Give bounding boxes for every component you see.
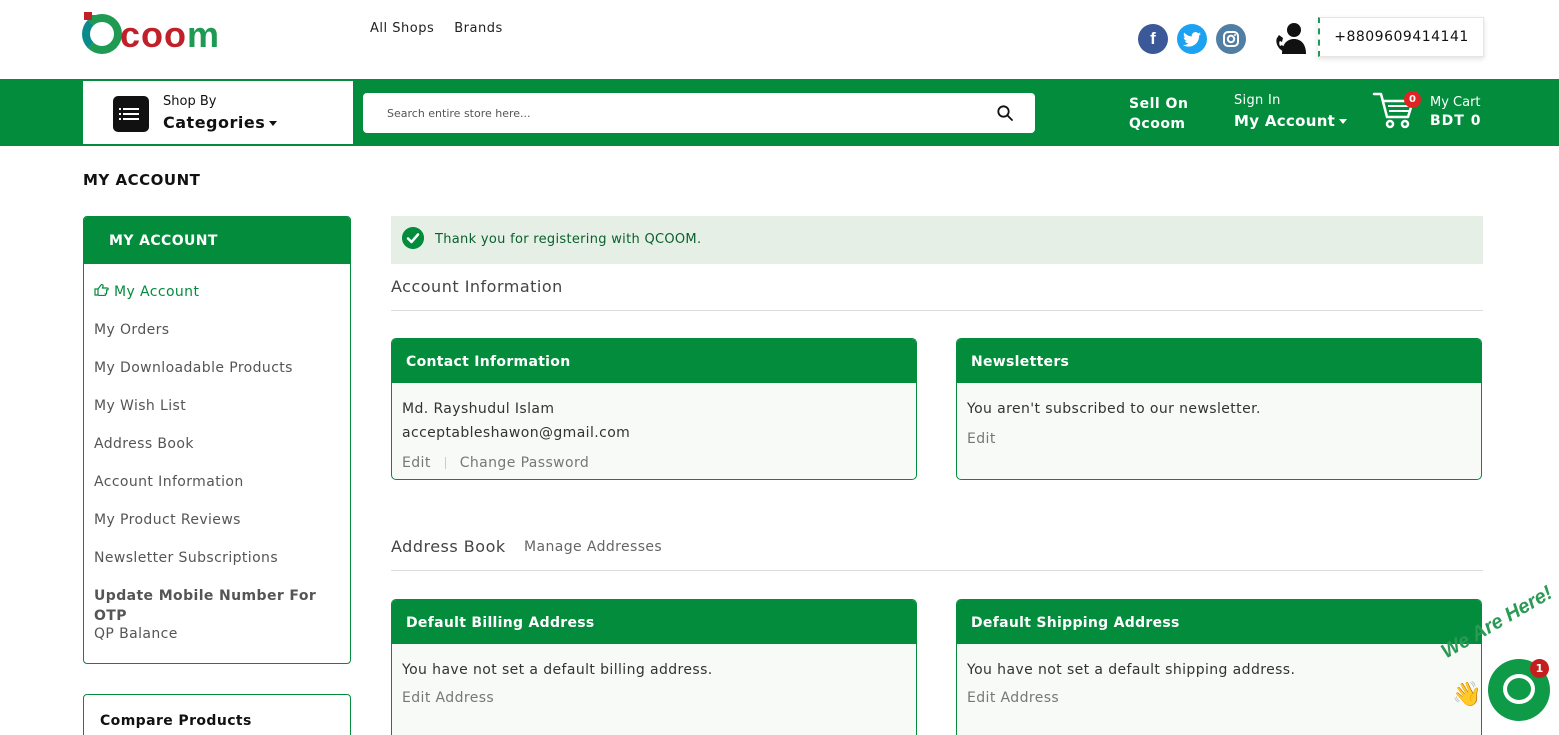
chevron-down-icon [1339, 119, 1348, 124]
sidebar-item-account-information[interactable]: Account Information [84, 472, 350, 510]
sidebar-item-update-mobile-otp[interactable]: Update Mobile Number For OTP [84, 586, 350, 624]
page-title: MY ACCOUNT [83, 171, 201, 189]
waving-hand-icon: 👋 [1452, 680, 1482, 708]
facebook-icon[interactable]: f [1138, 24, 1168, 54]
top-header: coom All Shops Brands f +8809609414141 [0, 0, 1559, 79]
account-sidebar: MY ACCOUNT My Account My Orders My Downl… [83, 216, 351, 664]
shop-by-label: Shop By [163, 94, 217, 109]
logo-dots [84, 12, 92, 20]
sidebar-item-wish-list[interactable]: My Wish List [84, 396, 350, 434]
cart-count-badge: 0 [1404, 91, 1421, 108]
chevron-down-icon [269, 121, 278, 126]
divider [391, 310, 1483, 311]
contact-information-box: Contact Information Md. Rayshudul Islam … [391, 338, 917, 480]
account-menu[interactable]: Sign In My Account [1234, 93, 1348, 130]
nav-all-shops[interactable]: All Shops [370, 21, 434, 36]
nav-brands[interactable]: Brands [454, 21, 503, 36]
sidebar-title: MY ACCOUNT [84, 217, 350, 264]
shipping-address-text: You have not set a default shipping addr… [967, 662, 1296, 678]
divider [444, 457, 446, 469]
list-menu-icon [113, 96, 149, 132]
newsletter-status: You aren't subscribed to our newsletter. [967, 401, 1261, 417]
edit-newsletter-link[interactable]: Edit [967, 431, 996, 447]
cart-total: BDT 0 [1430, 113, 1482, 129]
logo-wordmark: coom [120, 14, 221, 55]
sidebar-item-my-orders[interactable]: My Orders [84, 320, 350, 358]
phone-number[interactable]: +8809609414141 [1318, 17, 1484, 57]
sign-in-label: Sign In [1234, 93, 1281, 108]
check-circle-icon [402, 227, 424, 249]
sell-on-qcoom-link[interactable]: Sell On Qcoom [1129, 94, 1188, 134]
billing-address-title: Default Billing Address [392, 600, 916, 644]
edit-shipping-address-link[interactable]: Edit Address [967, 690, 1059, 706]
my-account-label: My Account [1234, 112, 1348, 130]
default-shipping-address-box: Default Shipping Address You have not se… [956, 599, 1482, 735]
phone-support-icon [1276, 23, 1306, 54]
chat-notification-badge: 1 [1530, 659, 1549, 678]
shipping-address-title: Default Shipping Address [957, 600, 1481, 644]
edit-contact-link[interactable]: Edit [402, 455, 431, 471]
address-book-heading: Address Book [391, 537, 506, 556]
shop-by-categories[interactable]: Shop By Categories [83, 81, 353, 144]
hand-pointer-icon [94, 282, 110, 302]
contact-information-title: Contact Information [392, 339, 916, 383]
success-message-text: Thank you for registering with QCOOM. [435, 232, 702, 247]
sidebar-item-address-book[interactable]: Address Book [84, 434, 350, 472]
edit-billing-address-link[interactable]: Edit Address [402, 690, 494, 706]
social-links: f [1138, 24, 1246, 54]
account-information-heading: Account Information [391, 277, 563, 296]
cart-label: My Cart [1430, 95, 1481, 110]
default-billing-address-box: Default Billing Address You have not set… [391, 599, 917, 735]
instagram-icon[interactable] [1216, 24, 1246, 54]
customer-email: acceptableshawon@gmail.com [402, 425, 631, 441]
logo-q-mark [82, 14, 122, 54]
sidebar-item-newsletter-subscriptions[interactable]: Newsletter Subscriptions [84, 548, 350, 586]
compare-products-block: Compare Products [83, 694, 351, 735]
sidebar-item-my-account[interactable]: My Account [84, 282, 350, 320]
categories-label: Categories [163, 113, 278, 132]
cart-summary[interactable]: My Cart BDT 0 [1430, 95, 1481, 129]
chat-bubble-icon [1503, 674, 1535, 704]
top-nav: All Shops Brands [370, 21, 503, 36]
sidebar-nav: My Account My Orders My Downloadable Pro… [84, 264, 350, 662]
qcoom-logo[interactable]: coom [82, 12, 237, 56]
billing-address-text: You have not set a default billing addre… [402, 662, 713, 678]
customer-name: Md. Rayshudul Islam [402, 401, 555, 417]
sidebar-item-qp-balance[interactable]: QP Balance [84, 624, 350, 662]
manage-addresses-link[interactable]: Manage Addresses [524, 539, 662, 555]
change-password-link[interactable]: Change Password [460, 455, 589, 471]
search-input[interactable] [363, 93, 983, 133]
sidebar-item-downloadable-products[interactable]: My Downloadable Products [84, 358, 350, 396]
search-icon[interactable] [997, 105, 1013, 121]
search-box [363, 93, 1035, 133]
newsletters-box: Newsletters You aren't subscribed to our… [956, 338, 1482, 480]
divider [391, 570, 1483, 571]
sidebar-item-product-reviews[interactable]: My Product Reviews [84, 510, 350, 548]
newsletters-title: Newsletters [957, 339, 1481, 383]
twitter-icon[interactable] [1177, 24, 1207, 54]
success-message: Thank you for registering with QCOOM. [391, 216, 1483, 264]
